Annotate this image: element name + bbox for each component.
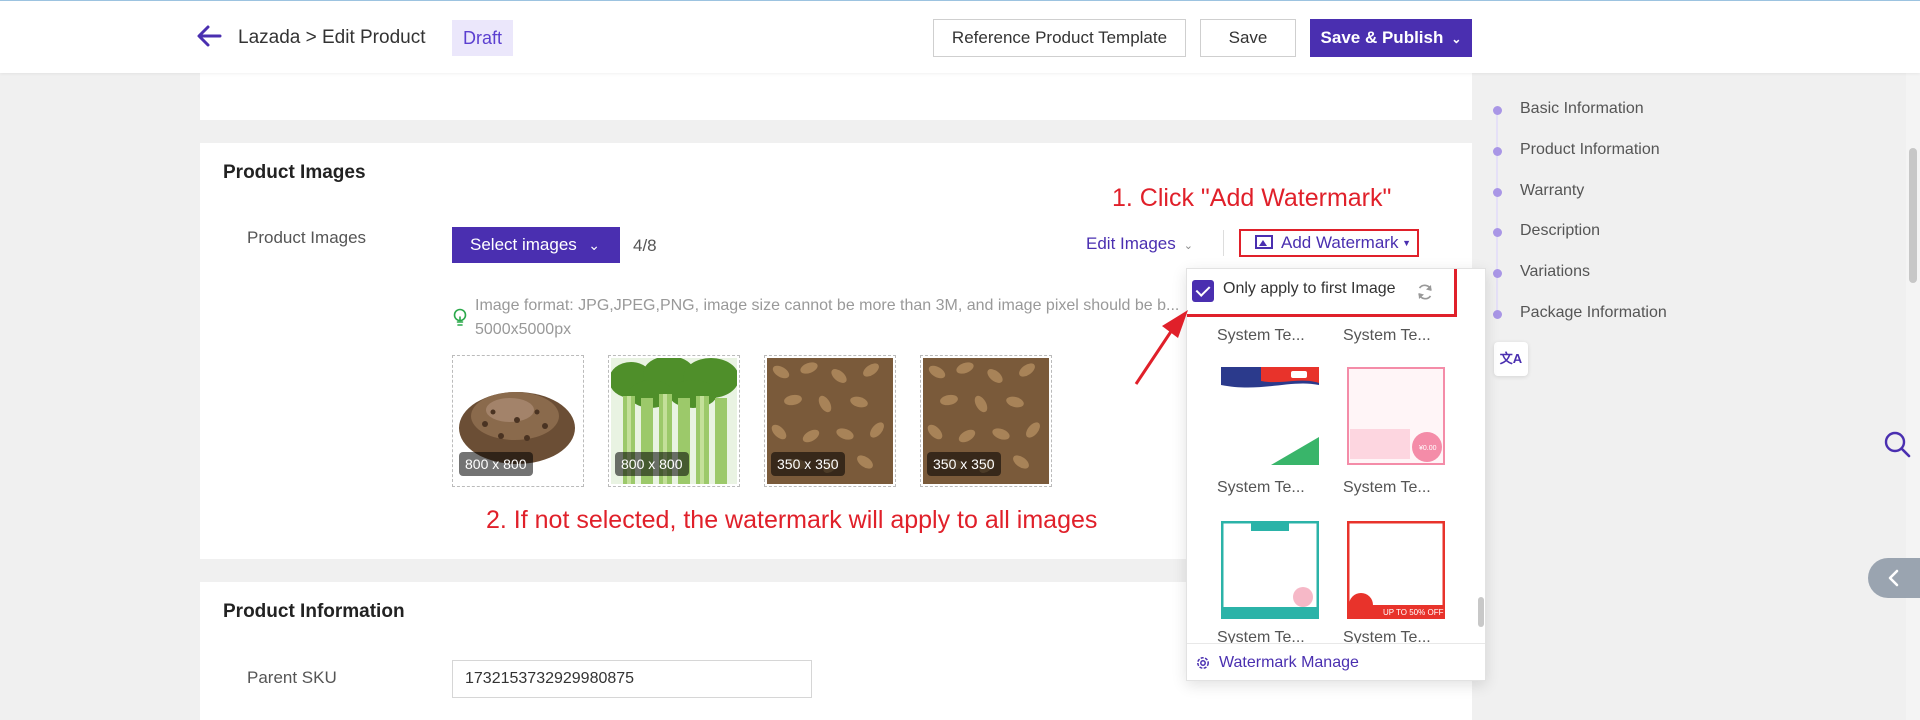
nav-dot-icon [1493,106,1502,115]
image-size-tag: 350 x 350 [927,452,1001,476]
add-watermark-label: Add Watermark [1281,233,1399,252]
refresh-icon[interactable] [1415,282,1435,302]
nav-item-package-information[interactable]: Package Information [1492,304,1667,322]
translate-button[interactable]: 文A [1494,342,1528,376]
product-image-thumb[interactable]: 350 x 350 [764,355,896,487]
watermark-template-thumb[interactable] [1221,521,1319,619]
only-first-image-label: Only apply to first Image [1223,280,1396,297]
status-badge: Draft [452,20,514,56]
product-image-thumb[interactable]: 350 x 350 [920,355,1052,487]
annotation-arrow-icon [1134,310,1188,385]
nav-dot-icon [1493,310,1502,319]
top-header: Lazada > Edit Product Draft Reference Pr… [0,0,1920,73]
edit-images-button[interactable]: Edit Images ⌄ [1086,234,1193,254]
watermark-template-thumb[interactable]: UP TO 50% OFF [1347,521,1445,619]
template-preview [1221,367,1319,465]
product-images-label: Product Images [247,228,367,247]
chevron-down-icon: ⌄ [588,237,600,253]
section-title-product-images: Product Images [223,162,366,183]
only-first-image-option[interactable]: Only apply to first Image [1187,269,1457,317]
template-name: System Te... [1343,479,1431,496]
reference-template-button[interactable]: Reference Product Template [933,19,1186,57]
gear-icon [1197,657,1209,669]
search-icon[interactable] [1883,430,1911,458]
image-size-tag: 350 x 350 [771,452,845,476]
image-format-hint: Image format: JPG,JPEG,PNG, image size c… [475,297,1180,338]
template-name: System Te... [1217,479,1305,496]
nav-item-label: Basic Information [1520,100,1644,117]
template-preview: ¥0.00 [1347,367,1445,465]
svg-text:¥0.00: ¥0.00 [1419,445,1437,452]
nav-item-label: Description [1520,222,1601,239]
watermark-manage-label: Watermark Manage [1219,654,1359,671]
nav-dot-icon [1493,228,1502,237]
annotation-step-1: 1. Click "Add Watermark" [1112,184,1392,212]
watermark-template-thumb[interactable] [1221,367,1319,465]
basic-info-card-bottom [200,73,1472,120]
select-images-button[interactable]: Select images ⌄ [452,227,620,263]
chevron-left-icon [1888,569,1899,587]
divider [1223,230,1224,256]
watermark-template-thumb[interactable]: ¥0.00 [1347,367,1445,465]
save-publish-label: Save & Publish [1320,28,1444,47]
watermark-manage-link[interactable]: Watermark Manage [1187,643,1485,680]
caret-down-icon: ▼ [1402,238,1411,248]
nav-item-label: Variations [1520,263,1590,280]
translate-icon: 文A [1499,351,1523,366]
parent-sku-label: Parent SKU [247,668,337,687]
select-images-label: Select images [470,235,577,254]
nav-track [1496,108,1498,318]
image-size-tag: 800 x 800 [615,452,689,476]
chevron-down-icon: ⌄ [1451,31,1462,46]
collapse-panel-button[interactable] [1868,558,1920,598]
template-preview: UP TO 50% OFF [1347,521,1445,619]
nav-dot-icon [1493,188,1502,197]
nav-dot-icon [1493,269,1502,278]
image-icon [1255,235,1273,249]
svg-text:UP TO 50% OFF: UP TO 50% OFF [1383,608,1444,617]
section-title-product-information: Product Information [223,601,405,622]
nav-item-basic-information[interactable]: Basic Information [1492,100,1644,118]
watermark-dropdown: Only apply to first Image System Te... S… [1186,268,1486,681]
nav-item-warranty[interactable]: Warranty [1492,182,1584,200]
edit-images-label: Edit Images [1086,234,1176,253]
page-scrollbar[interactable] [1906,73,1920,720]
dropdown-scrollbar-thumb[interactable] [1478,597,1484,627]
nav-item-product-information[interactable]: Product Information [1492,141,1660,159]
lightbulb-icon [453,308,467,326]
nav-dot-icon [1493,147,1502,156]
template-preview [1221,521,1319,619]
breadcrumb: Lazada > Edit Product [238,27,426,48]
image-count: 4/8 [633,236,657,255]
nav-item-description[interactable]: Description [1492,222,1600,240]
save-button[interactable]: Save [1200,19,1296,57]
only-first-image-checkbox[interactable] [1192,280,1214,302]
annotation-step-2: 2. If not selected, the watermark will a… [486,506,1098,534]
back-arrow-icon[interactable] [196,23,222,49]
nav-item-label: Package Information [1520,304,1667,321]
parent-sku-input[interactable]: 1732153732929980875 [452,660,812,698]
nav-item-variations[interactable]: Variations [1492,263,1590,281]
template-name: System Te... [1343,327,1431,344]
product-image-thumb[interactable]: 800 x 800 [452,355,584,487]
image-size-tag: 800 x 800 [459,452,533,476]
add-watermark-button[interactable]: Add Watermark ▼ [1239,229,1419,257]
template-name: System Te... [1217,327,1305,344]
page-scrollbar-thumb[interactable] [1909,148,1917,283]
nav-item-label: Product Information [1520,141,1660,158]
chevron-down-icon: ⌄ [1183,240,1193,252]
save-publish-button[interactable]: Save & Publish ⌄ [1310,19,1472,57]
nav-item-label: Warranty [1520,182,1585,199]
product-image-thumb[interactable]: 800 x 800 [608,355,740,487]
